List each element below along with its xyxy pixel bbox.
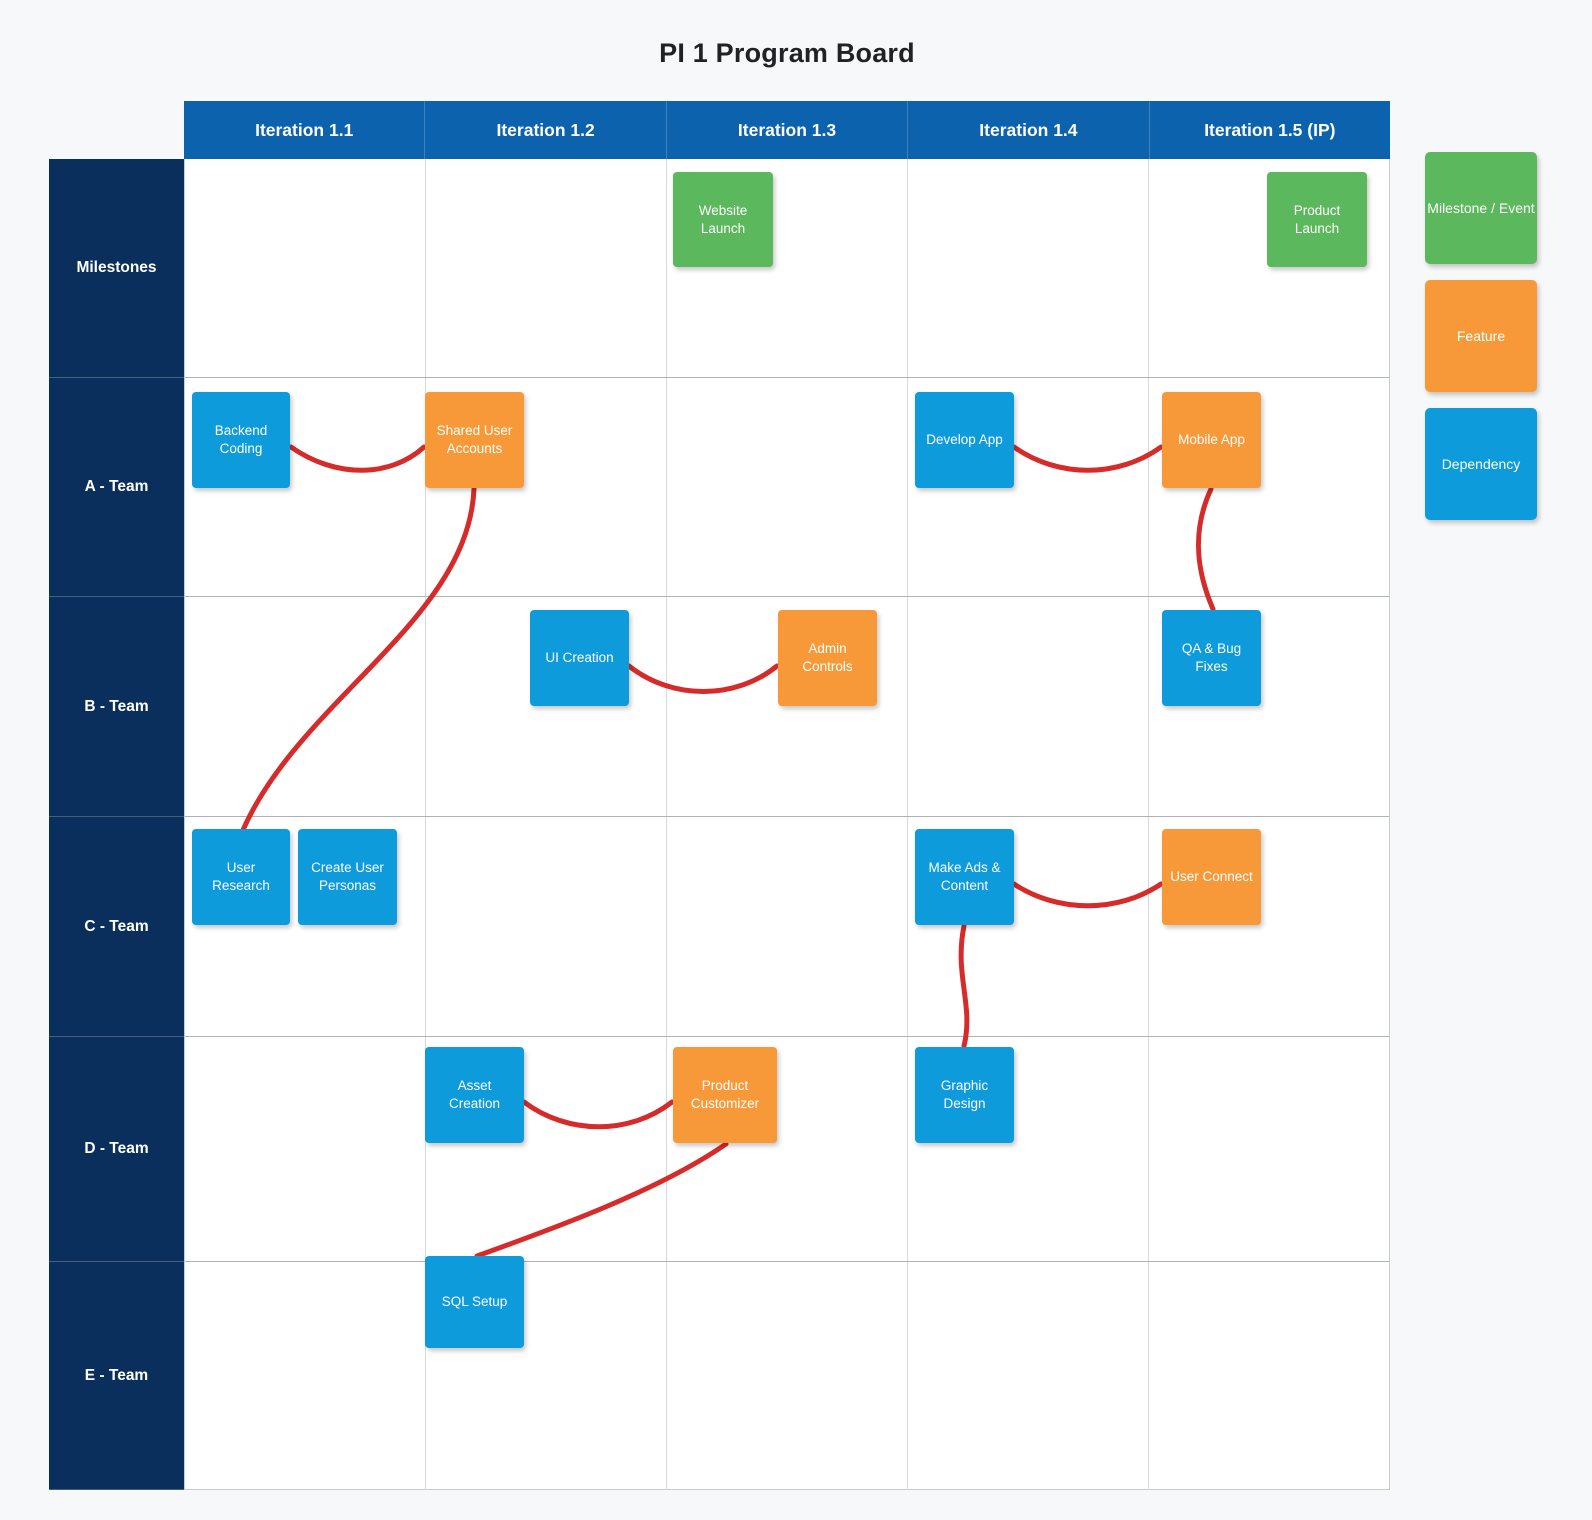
legend-item-dependency[interactable]: Dependency [1425,408,1537,520]
board-card-make-ads-content[interactable]: Make Ads & Content [915,829,1014,925]
row-header-d-team[interactable]: D - Team [49,1037,184,1262]
board-card-product-launch[interactable]: Product Launch [1267,172,1367,267]
grid-cell[interactable] [185,597,426,816]
iteration-header-row: Iteration 1.1 Iteration 1.2 Iteration 1.3 I… [184,101,1391,159]
grid-cell[interactable] [667,378,908,596]
grid-cell[interactable] [908,597,1149,816]
row-header-milestones[interactable]: Milestones [49,159,184,378]
grid-cell[interactable] [908,1262,1149,1490]
row-header-b-team[interactable]: B - Team [49,597,184,817]
board-card-ui-creation[interactable]: UI Creation [530,610,629,706]
board-card-product-customizer[interactable]: Product Customizer [673,1047,777,1143]
board-card-create-user-personas[interactable]: Create User Personas [298,829,397,925]
grid-row [185,159,1389,378]
column-header-iteration-5[interactable]: Iteration 1.5 (IP) [1149,101,1391,159]
grid-cell[interactable] [1149,1262,1389,1490]
grid-cell[interactable] [426,817,667,1036]
board-card-backend-coding[interactable]: Backend Coding [192,392,290,488]
row-header-e-team[interactable]: E - Team [49,1262,184,1490]
grid-cell[interactable] [667,817,908,1036]
pi-program-board: PI 1 Program Board Iteration 1.1 Iteratio… [0,0,1592,1520]
grid-row [185,1262,1389,1490]
board-grid [184,159,1390,1490]
legend-item-feature[interactable]: Feature [1425,280,1537,392]
team-row-header-column: Milestones A - Team B - Team C - Team D - Te… [49,159,184,1490]
legend: Milestone / Event Feature Dependency [1425,152,1537,536]
board-card-website-launch[interactable]: Website Launch [673,172,773,267]
grid-cell[interactable] [185,159,426,377]
board-card-develop-app[interactable]: Develop App [915,392,1014,488]
board-card-sql-setup[interactable]: SQL Setup [425,1256,524,1348]
row-header-a-team[interactable]: A - Team [49,378,184,597]
column-header-iteration-2[interactable]: Iteration 1.2 [425,101,667,159]
grid-cell[interactable] [426,159,667,377]
grid-cell[interactable] [667,1262,908,1490]
board-card-graphic-design[interactable]: Graphic Design [915,1047,1014,1143]
row-header-c-team[interactable]: C - Team [49,817,184,1037]
grid-cell[interactable] [185,1037,426,1261]
column-header-iteration-3[interactable]: Iteration 1.3 [666,101,909,159]
grid-cell[interactable] [185,1262,426,1490]
board-card-qa-bug-fixes[interactable]: QA & Bug Fixes [1162,610,1261,706]
board-card-user-research[interactable]: User Research [192,829,290,925]
grid-row [185,1037,1389,1262]
board-card-user-connect[interactable]: User Connect [1162,829,1261,925]
grid-cell[interactable] [908,159,1149,377]
column-header-iteration-4[interactable]: Iteration 1.4 [908,101,1150,159]
board-card-admin-controls[interactable]: Admin Controls [778,610,877,706]
board-card-mobile-app[interactable]: Mobile App [1162,392,1261,488]
grid-cell[interactable] [1149,1037,1389,1261]
legend-item-milestone[interactable]: Milestone / Event [1425,152,1537,264]
board-card-shared-user-accounts[interactable]: Shared User Accounts [425,392,524,488]
board-card-asset-creation[interactable]: Asset Creation [425,1047,524,1143]
page-title: PI 1 Program Board [659,38,915,68]
column-header-iteration-1[interactable]: Iteration 1.1 [184,101,426,159]
